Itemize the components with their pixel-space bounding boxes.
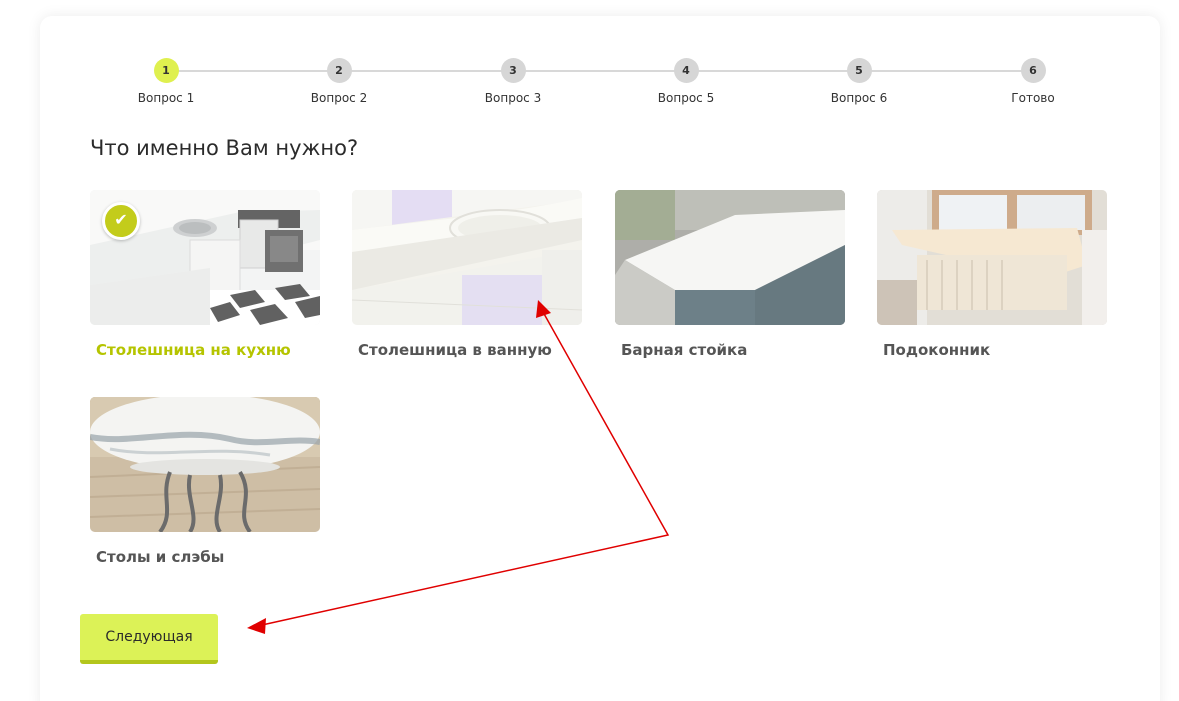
step-3: 3 Вопрос 3 bbox=[463, 58, 563, 105]
step-number: 5 bbox=[846, 58, 872, 83]
next-button[interactable]: Следующая bbox=[80, 614, 218, 664]
option-label: Столешница на кухню bbox=[96, 341, 291, 359]
step-label: Вопрос 1 bbox=[137, 91, 195, 105]
step-label: Готово bbox=[1011, 91, 1055, 105]
option-label: Барная стойка bbox=[621, 341, 748, 359]
step-number: 4 bbox=[673, 58, 699, 83]
bar-counter-photo bbox=[615, 190, 845, 325]
image-overlay bbox=[877, 190, 1107, 325]
step-number: 2 bbox=[326, 58, 352, 83]
option-label: Подоконник bbox=[883, 341, 991, 359]
step-2: 2 Вопрос 2 bbox=[289, 58, 389, 105]
option-kitchen-countertop[interactable]: ✔ Столешница на кухню bbox=[90, 190, 320, 359]
table-photo bbox=[90, 397, 320, 532]
kitchen-countertop-photo: ✔ bbox=[90, 190, 320, 325]
step-label: Вопрос 5 bbox=[657, 91, 715, 105]
option-window-sill[interactable]: Подоконник bbox=[877, 190, 1107, 359]
question-title: Что именно Вам нужно? bbox=[90, 136, 359, 160]
step-6: 6 Готово bbox=[983, 58, 1083, 105]
progress-stepper: 1 Вопрос 1 2 Вопрос 2 3 Вопрос 3 4 Вопро… bbox=[40, 16, 1160, 126]
step-number: 6 bbox=[1020, 58, 1046, 83]
check-icon: ✔ bbox=[102, 202, 140, 240]
image-overlay bbox=[90, 397, 320, 532]
image-overlay bbox=[615, 190, 845, 325]
step-label: Вопрос 3 bbox=[484, 91, 542, 105]
step-5: 5 Вопрос 6 bbox=[809, 58, 909, 105]
window-sill-photo bbox=[877, 190, 1107, 325]
bathroom-countertop-photo bbox=[352, 190, 582, 325]
step-label: Вопрос 6 bbox=[830, 91, 888, 105]
step-1: 1 Вопрос 1 bbox=[116, 58, 216, 105]
option-label: Столы и слэбы bbox=[96, 548, 225, 566]
step-4: 4 Вопрос 5 bbox=[636, 58, 736, 105]
quiz-card: 1 Вопрос 1 2 Вопрос 2 3 Вопрос 3 4 Вопро… bbox=[40, 16, 1160, 701]
step-number: 1 bbox=[153, 58, 179, 83]
step-label: Вопрос 2 bbox=[310, 91, 368, 105]
option-label: Столешница в ванную bbox=[358, 341, 552, 359]
image-overlay bbox=[352, 190, 582, 325]
option-bathroom-countertop[interactable]: Столешница в ванную bbox=[352, 190, 582, 359]
option-tables-slabs[interactable]: Столы и слэбы bbox=[90, 397, 320, 566]
step-number: 3 bbox=[500, 58, 526, 83]
option-bar-counter[interactable]: Барная стойка bbox=[615, 190, 845, 359]
